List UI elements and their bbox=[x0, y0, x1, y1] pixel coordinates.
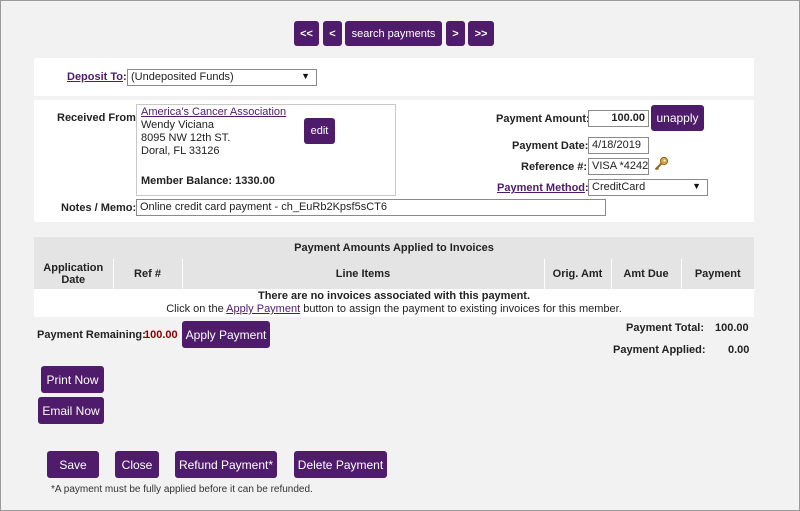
payment-applied-value: 0.00 bbox=[728, 344, 750, 356]
payment-applied-label: Payment Applied: bbox=[613, 344, 706, 356]
hint-text-pre: Click on the bbox=[166, 303, 227, 315]
payment-amount-field[interactable]: 100.00 bbox=[588, 110, 649, 127]
notes-value: Online credit card payment - ch_EuRb2Kps… bbox=[140, 201, 388, 213]
close-button[interactable]: Close bbox=[115, 451, 159, 478]
save-button[interactable]: Save bbox=[47, 451, 99, 478]
address-line-1: 8095 NW 12th ST. bbox=[141, 132, 231, 144]
column-header-payment: Payment bbox=[681, 259, 754, 289]
last-record-button[interactable]: >> bbox=[468, 21, 494, 46]
invoices-table-title: Payment Amounts Applied to Invoices bbox=[34, 237, 754, 259]
received-from-label: Received From: bbox=[57, 112, 140, 124]
edit-button[interactable]: edit bbox=[304, 118, 335, 144]
contact-name: Wendy Viciana bbox=[141, 119, 214, 131]
deposit-to-link[interactable]: Deposit To bbox=[67, 71, 123, 83]
empty-invoices-hint: Click on the Apply Payment button to ass… bbox=[35, 303, 753, 316]
column-header-ref: Ref # bbox=[113, 259, 183, 289]
payment-method-label: Payment Method: bbox=[497, 182, 589, 194]
payment-date-label: Payment Date: bbox=[512, 140, 589, 152]
chevron-down-icon: ▼ bbox=[692, 181, 701, 191]
print-now-button[interactable]: Print Now bbox=[41, 366, 104, 393]
key-icon[interactable] bbox=[653, 156, 669, 172]
payment-method-value: CreditCard bbox=[592, 181, 646, 193]
address-line-2: Doral, FL 33126 bbox=[141, 145, 220, 157]
apply-payment-link[interactable]: Apply Payment bbox=[226, 303, 300, 315]
payment-date-value: 4/18/2019 bbox=[592, 139, 641, 151]
unapply-button[interactable]: unapply bbox=[651, 105, 704, 131]
column-header-amt-due: Amt Due bbox=[611, 259, 682, 289]
member-balance: Member Balance: 1330.00 bbox=[141, 175, 275, 187]
payment-amount-label: Payment Amount: bbox=[496, 113, 590, 125]
invoices-header-row: Application Date Ref # Line Items Orig. … bbox=[34, 259, 754, 289]
invoices-table: Payment Amounts Applied to Invoices Appl… bbox=[34, 237, 754, 317]
deposit-label: Deposit To: bbox=[67, 71, 127, 83]
payment-remaining-value: 100.00 bbox=[144, 329, 178, 341]
organization-link[interactable]: America's Cancer Association bbox=[141, 106, 286, 118]
delete-payment-button[interactable]: Delete Payment bbox=[294, 451, 387, 478]
column-header-line-items: Line Items bbox=[182, 259, 545, 289]
reference-value: VISA *4242 bbox=[592, 160, 649, 172]
next-record-button[interactable]: > bbox=[446, 21, 465, 46]
reference-label: Reference #: bbox=[521, 161, 588, 173]
apply-payment-button[interactable]: Apply Payment bbox=[182, 321, 270, 348]
deposit-to-select[interactable]: (Undeposited Funds) ▼ bbox=[127, 69, 317, 86]
deposit-to-value: (Undeposited Funds) bbox=[131, 71, 234, 83]
chevron-down-icon: ▼ bbox=[301, 71, 310, 81]
payment-method-select[interactable]: CreditCard ▼ bbox=[588, 179, 708, 196]
payment-date-field[interactable]: 4/18/2019 bbox=[588, 137, 649, 154]
refund-footnote: *A payment must be fully applied before … bbox=[51, 484, 313, 495]
previous-record-button[interactable]: < bbox=[323, 21, 342, 46]
refund-payment-button[interactable]: Refund Payment* bbox=[175, 451, 277, 478]
payment-total-value: 100.00 bbox=[715, 322, 749, 334]
empty-invoices-row: There are no invoices associated with th… bbox=[34, 289, 754, 317]
search-payments-button[interactable]: search payments bbox=[345, 21, 442, 46]
email-now-button[interactable]: Email Now bbox=[38, 397, 104, 424]
column-header-orig-amt: Orig. Amt bbox=[544, 259, 612, 289]
payment-method-link[interactable]: Payment Method bbox=[497, 182, 585, 194]
first-record-button[interactable]: << bbox=[294, 21, 319, 46]
empty-invoices-message: There are no invoices associated with th… bbox=[257, 290, 531, 302]
notes-label: Notes / Memo: bbox=[61, 202, 137, 214]
hint-text-post: button to assign the payment to existing… bbox=[300, 303, 622, 315]
payment-total-label: Payment Total: bbox=[626, 322, 705, 334]
reference-field[interactable]: VISA *4242 bbox=[588, 158, 649, 175]
column-header-application-date: Application Date bbox=[34, 259, 114, 289]
payment-remaining-label: Payment Remaining: bbox=[37, 329, 146, 341]
payment-amount-value: 100.00 bbox=[611, 112, 645, 124]
notes-field[interactable]: Online credit card payment - ch_EuRb2Kps… bbox=[136, 199, 606, 216]
